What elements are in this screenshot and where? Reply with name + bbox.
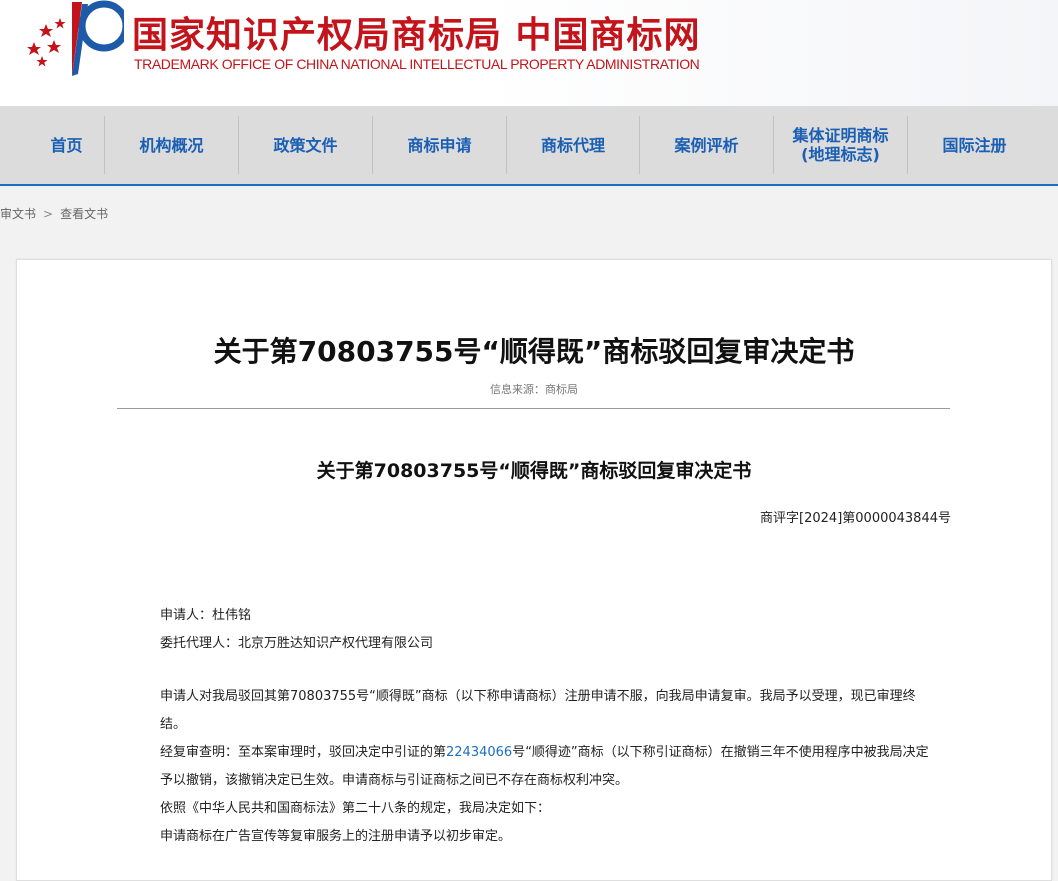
nav-item-policy[interactable]: 政策文件 — [239, 114, 372, 176]
breadcrumb-separator: > — [43, 207, 54, 221]
paragraph-basis: 依照《中华人民共和国商标法》第二十八条的规定，我局决定如下： — [133, 795, 933, 823]
document-title: 关于第70803755号“顺得既”商标驳回复审决定书 — [316, 460, 752, 482]
title-divider — [117, 408, 950, 409]
agent-line: 委托代理人：北京万胜达知识产权代理有限公司 — [160, 636, 434, 651]
findings-text-before: 经复审查明：至本案审理时，驳回决定中引证的第 — [160, 745, 447, 760]
applicant-line: 申请人：杜伟铭 — [160, 608, 252, 623]
breadcrumb-item-view-doc[interactable]: 查看文书 — [60, 207, 108, 221]
breadcrumb: 审文书 > 查看文书 — [0, 205, 108, 222]
nav-item-about[interactable]: 机构概况 — [105, 114, 238, 176]
site-header: 国家知识产权局商标局 中国商标网 TRADEMARK OFFICE OF CHI… — [0, 0, 1058, 106]
paragraph-intro-text: 申请人对我局驳回其第70803755号“顺得既”商标（以下称申请商标）注册申请不… — [160, 689, 916, 732]
cnipa-logo-icon[interactable] — [24, 0, 124, 80]
main-nav: 首页 机构概况 政策文件 商标申请 商标代理 案例评析 集体证明商标 (地理标志… — [0, 106, 1058, 186]
article-title: 关于第70803755号“顺得既”商标驳回复审决定书 — [213, 335, 855, 368]
nav-item-application[interactable]: 商标申请 — [373, 114, 506, 176]
paragraph-decision: 申请商标在广告宣传等复审服务上的注册申请予以初步审定。 — [133, 823, 933, 851]
article-source: 信息来源：商标局 — [490, 383, 578, 396]
site-title-english: TRADEMARK OFFICE OF CHINA NATIONAL INTEL… — [134, 56, 700, 72]
nav-item-agency[interactable]: 商标代理 — [507, 114, 639, 176]
nav-item-international[interactable]: 国际注册 — [908, 114, 1041, 176]
document-number: 商评字[2024]第0000043844号 — [760, 511, 951, 526]
nav-item-cases[interactable]: 案例评析 — [640, 114, 773, 176]
site-title-chinese: 国家知识产权局商标局 中国商标网 — [132, 14, 701, 56]
nav-item-collective-marks[interactable]: 集体证明商标 (地理标志) — [774, 114, 907, 176]
breadcrumb-item-review-docs[interactable]: 审文书 — [0, 207, 36, 221]
cited-trademark-link[interactable]: 22434066 — [446, 745, 512, 760]
paragraph-basis-text: 依照《中华人民共和国商标法》第二十八条的规定，我局决定如下： — [160, 801, 551, 816]
paragraph-findings: 经复审查明：至本案审理时，驳回决定中引证的第22434066号“顺得迹”商标（以… — [133, 739, 933, 795]
paragraph-findings-text: 经复审查明：至本案审理时，驳回决定中引证的第22434066号“顺得迹”商标（以… — [133, 739, 933, 795]
paragraph-decision-text: 申请商标在广告宣传等复审服务上的注册申请予以初步审定。 — [160, 829, 512, 844]
paragraph-intro: 申请人对我局驳回其第70803755号“顺得既”商标（以下称申请商标）注册申请不… — [133, 683, 933, 739]
